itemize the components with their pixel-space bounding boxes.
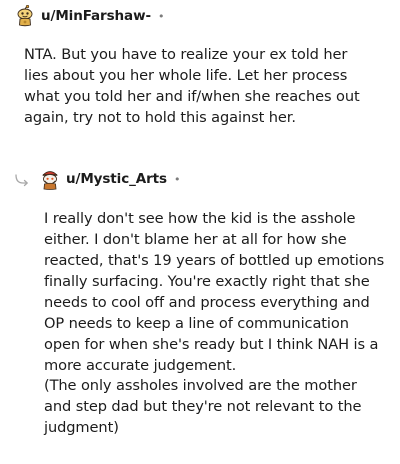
- reply-arrow-icon: [14, 172, 30, 187]
- comment-2-header: u/Mystic_Arts •: [14, 168, 180, 190]
- comment-2-paragraph-2: (The only assholes involved are the moth…: [44, 377, 362, 436]
- gold-snoo-avatar-icon[interactable]: [15, 4, 35, 27]
- pirate-snoo-avatar-icon[interactable]: [40, 168, 60, 190]
- comment-1-username[interactable]: u/MinFarshaw-: [41, 8, 151, 24]
- comment-1-body: NTA. But you have to realize your ex tol…: [24, 46, 360, 126]
- comment-2-username[interactable]: u/Mystic_Arts: [66, 171, 167, 187]
- comment-2-paragraph-1: I really don't see how the kid is the as…: [44, 210, 385, 374]
- comment-1-separator: •: [157, 9, 165, 23]
- comment-1-header: u/MinFarshaw- •: [15, 4, 165, 27]
- comment-2-separator: •: [173, 172, 181, 186]
